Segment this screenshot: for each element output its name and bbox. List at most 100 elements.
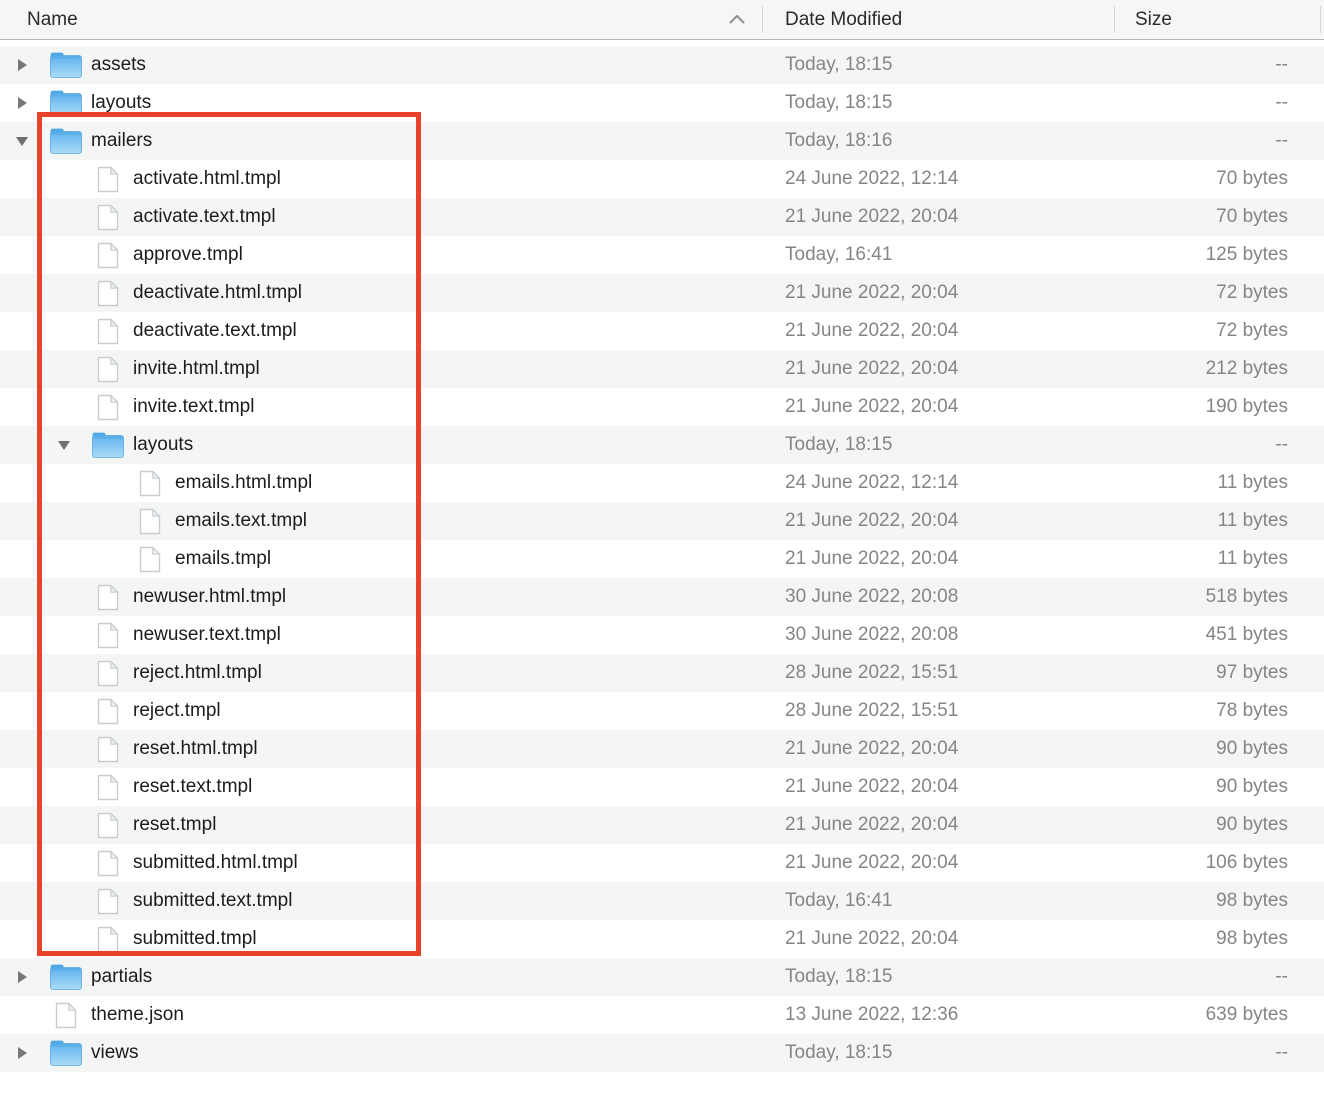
item-date-modified: 24 June 2022, 12:14 <box>785 160 958 198</box>
item-size: -- <box>1275 84 1288 122</box>
folder-icon <box>50 90 82 116</box>
item-size: -- <box>1275 1034 1288 1072</box>
file-row-layouts[interactable]: layouts Today, 18:15 -- <box>0 84 1324 122</box>
file-row-layouts[interactable]: layouts Today, 18:15 -- <box>0 426 1324 464</box>
file-row-reset.tmpl[interactable]: reset.tmpl 21 June 2022, 20:04 90 bytes <box>0 806 1324 844</box>
item-size: 125 bytes <box>1206 236 1288 274</box>
item-date-modified: 21 June 2022, 20:04 <box>785 312 958 350</box>
document-icon <box>97 242 119 269</box>
document-icon <box>139 470 161 497</box>
item-size: 212 bytes <box>1206 350 1288 388</box>
file-row-emails.text.tmpl[interactable]: emails.text.tmpl 21 June 2022, 20:04 11 … <box>0 502 1324 540</box>
item-size: 97 bytes <box>1216 654 1288 692</box>
item-date-modified: 21 June 2022, 20:04 <box>785 388 958 426</box>
disclosure-triangle-down-icon[interactable] <box>57 438 71 452</box>
file-row-reject.html.tmpl[interactable]: reject.html.tmpl 28 June 2022, 15:51 97 … <box>0 654 1324 692</box>
file-row-newuser.text.tmpl[interactable]: newuser.text.tmpl 30 June 2022, 20:08 45… <box>0 616 1324 654</box>
document-icon <box>139 508 161 535</box>
item-size: 190 bytes <box>1206 388 1288 426</box>
item-name: layouts <box>91 84 151 122</box>
item-name: invite.html.tmpl <box>133 350 260 388</box>
item-name: newuser.html.tmpl <box>133 578 286 616</box>
column-header-name[interactable]: Name <box>27 0 78 39</box>
file-row-newuser.html.tmpl[interactable]: newuser.html.tmpl 30 June 2022, 20:08 51… <box>0 578 1324 616</box>
item-date-modified: 21 June 2022, 20:04 <box>785 540 958 578</box>
item-size: 72 bytes <box>1216 274 1288 312</box>
file-row-submitted.tmpl[interactable]: submitted.tmpl 21 June 2022, 20:04 98 by… <box>0 920 1324 958</box>
file-row-deactivate.html.tmpl[interactable]: deactivate.html.tmpl 21 June 2022, 20:04… <box>0 274 1324 312</box>
file-row-views[interactable]: views Today, 18:15 -- <box>0 1034 1324 1072</box>
disclosure-triangle-right-icon[interactable] <box>15 970 29 984</box>
item-name: theme.json <box>91 996 184 1034</box>
file-row-theme.json[interactable]: theme.json 13 June 2022, 12:36 639 bytes <box>0 996 1324 1034</box>
item-date-modified: 13 June 2022, 12:36 <box>785 996 958 1034</box>
file-row-submitted.text.tmpl[interactable]: submitted.text.tmpl Today, 16:41 98 byte… <box>0 882 1324 920</box>
file-row-invite.text.tmpl[interactable]: invite.text.tmpl 21 June 2022, 20:04 190… <box>0 388 1324 426</box>
file-row-deactivate.text.tmpl[interactable]: deactivate.text.tmpl 21 June 2022, 20:04… <box>0 312 1324 350</box>
item-date-modified: 21 June 2022, 20:04 <box>785 198 958 236</box>
item-name: mailers <box>91 122 152 160</box>
list-view-header: Name Date Modified Size <box>0 0 1324 40</box>
column-header-date-modified[interactable]: Date Modified <box>785 0 902 39</box>
item-size: 98 bytes <box>1216 882 1288 920</box>
item-name: reset.text.tmpl <box>133 768 252 806</box>
item-size: 90 bytes <box>1216 730 1288 768</box>
item-size: 11 bytes <box>1218 502 1288 540</box>
item-name: reset.html.tmpl <box>133 730 258 768</box>
item-name: reject.html.tmpl <box>133 654 262 692</box>
item-size: 518 bytes <box>1206 578 1288 616</box>
document-icon <box>97 736 119 763</box>
file-row-submitted.html.tmpl[interactable]: submitted.html.tmpl 21 June 2022, 20:04 … <box>0 844 1324 882</box>
file-row-partials[interactable]: partials Today, 18:15 -- <box>0 958 1324 996</box>
item-name: emails.html.tmpl <box>175 464 312 502</box>
item-date-modified: Today, 18:15 <box>785 84 892 122</box>
item-date-modified: 21 June 2022, 20:04 <box>785 806 958 844</box>
disclosure-triangle-right-icon[interactable] <box>15 58 29 72</box>
item-date-modified: 21 June 2022, 20:04 <box>785 730 958 768</box>
item-date-modified: 21 June 2022, 20:04 <box>785 844 958 882</box>
item-date-modified: 30 June 2022, 20:08 <box>785 616 958 654</box>
file-row-reset.html.tmpl[interactable]: reset.html.tmpl 21 June 2022, 20:04 90 b… <box>0 730 1324 768</box>
file-row-reject.tmpl[interactable]: reject.tmpl 28 June 2022, 15:51 78 bytes <box>0 692 1324 730</box>
disclosure-triangle-right-icon[interactable] <box>15 96 29 110</box>
folder-icon <box>92 432 124 458</box>
file-row-activate.html.tmpl[interactable]: activate.html.tmpl 24 June 2022, 12:14 7… <box>0 160 1324 198</box>
folder-icon <box>50 128 82 154</box>
document-icon <box>139 546 161 573</box>
item-date-modified: Today, 18:15 <box>785 958 892 996</box>
column-header-size[interactable]: Size <box>1135 0 1172 39</box>
file-row-approve.tmpl[interactable]: approve.tmpl Today, 16:41 125 bytes <box>0 236 1324 274</box>
disclosure-triangle-down-icon[interactable] <box>15 134 29 148</box>
item-name: deactivate.html.tmpl <box>133 274 302 312</box>
item-size: 639 bytes <box>1206 996 1288 1034</box>
file-row-emails.html.tmpl[interactable]: emails.html.tmpl 24 June 2022, 12:14 11 … <box>0 464 1324 502</box>
item-size: -- <box>1275 122 1288 160</box>
file-row-mailers[interactable]: mailers Today, 18:16 -- <box>0 122 1324 160</box>
item-size: 11 bytes <box>1218 464 1288 502</box>
file-row-assets[interactable]: assets Today, 18:15 -- <box>0 46 1324 84</box>
item-name: activate.html.tmpl <box>133 160 281 198</box>
item-size: 11 bytes <box>1218 540 1288 578</box>
document-icon <box>97 280 119 307</box>
item-date-modified: Today, 16:41 <box>785 882 892 920</box>
item-date-modified: 28 June 2022, 15:51 <box>785 654 958 692</box>
document-icon <box>97 812 119 839</box>
item-size: 90 bytes <box>1216 806 1288 844</box>
file-row-activate.text.tmpl[interactable]: activate.text.tmpl 21 June 2022, 20:04 7… <box>0 198 1324 236</box>
file-row-invite.html.tmpl[interactable]: invite.html.tmpl 21 June 2022, 20:04 212… <box>0 350 1324 388</box>
document-icon <box>97 850 119 877</box>
item-name: submitted.html.tmpl <box>133 844 298 882</box>
document-icon <box>97 926 119 953</box>
file-row-emails.tmpl[interactable]: emails.tmpl 21 June 2022, 20:04 11 bytes <box>0 540 1324 578</box>
item-date-modified: 21 June 2022, 20:04 <box>785 274 958 312</box>
item-date-modified: 21 June 2022, 20:04 <box>785 350 958 388</box>
item-size: 78 bytes <box>1216 692 1288 730</box>
item-size: 72 bytes <box>1216 312 1288 350</box>
item-date-modified: 24 June 2022, 12:14 <box>785 464 958 502</box>
column-divider[interactable] <box>762 6 763 33</box>
disclosure-triangle-right-icon[interactable] <box>15 1046 29 1060</box>
item-size: 451 bytes <box>1206 616 1288 654</box>
item-name: reset.tmpl <box>133 806 216 844</box>
file-row-reset.text.tmpl[interactable]: reset.text.tmpl 21 June 2022, 20:04 90 b… <box>0 768 1324 806</box>
column-divider[interactable] <box>1114 6 1115 33</box>
